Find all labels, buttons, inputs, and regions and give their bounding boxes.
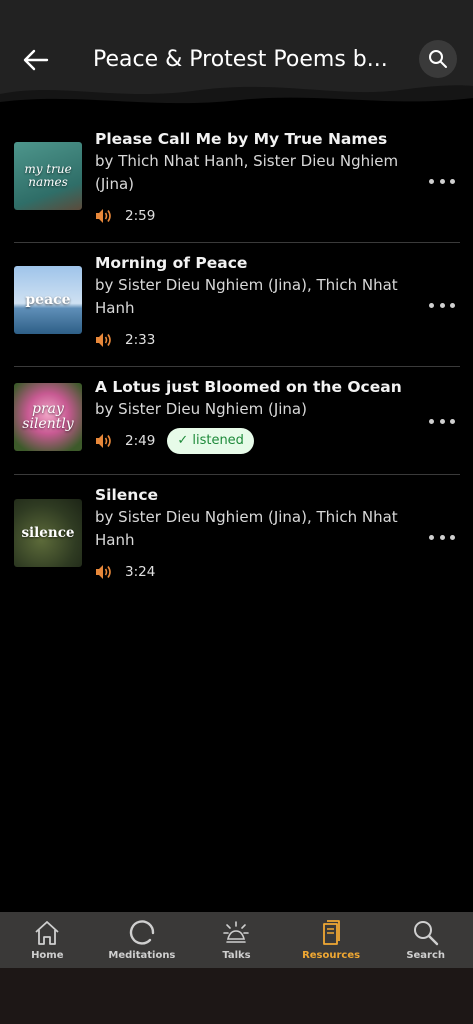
duration: 2:59 [125, 208, 156, 224]
speaker-icon [96, 333, 111, 347]
dot [429, 418, 434, 424]
more-options-button[interactable] [429, 411, 455, 431]
header: Peace & Protest Poems b... [0, 0, 473, 120]
listened-badge: ✓ listened [167, 428, 254, 454]
nav-label: Meditations [108, 950, 176, 961]
item-author: by Sister Dieu Nghiem (Jina), Thich Nhat… [95, 276, 398, 317]
thumbnail-text: silence [21, 524, 75, 541]
nav-label: Talks [222, 950, 251, 961]
poem-list: my true names Please Call Me by My True … [0, 120, 473, 593]
speaker-icon [96, 565, 111, 579]
nav-search[interactable]: Search [378, 912, 473, 968]
list-item[interactable]: peace Morning of Peace by Sister Dieu Ng… [14, 243, 460, 367]
arrow-left-icon [23, 49, 49, 71]
dot [429, 302, 434, 308]
dot [450, 178, 455, 184]
item-author: by Sister Dieu Nghiem (Jina) [95, 400, 307, 418]
list-item[interactable]: pray silently A Lotus just Bloomed on th… [14, 367, 460, 475]
item-author: by Thich Nhat Hanh, Sister Dieu Nghiem (… [95, 152, 399, 193]
speaker-icon [96, 209, 111, 223]
list-item[interactable]: my true names Please Call Me by My True … [14, 120, 460, 243]
thumbnail-image: peace [14, 266, 82, 334]
dot [450, 418, 455, 424]
more-options-button[interactable] [429, 295, 455, 315]
search-icon [429, 50, 447, 68]
thumbnail-text: my true names [24, 162, 72, 189]
dot [439, 534, 445, 540]
nav-label: Search [406, 950, 446, 961]
system-bottom-bar [0, 968, 473, 1024]
thumbnail-text: peace [25, 291, 71, 308]
duration: 3:24 [125, 564, 156, 580]
thumbnail-image: pray silently [14, 383, 82, 451]
item-title: Silence [95, 486, 159, 504]
home-icon [35, 921, 59, 945]
dot [450, 534, 455, 540]
list-item[interactable]: silence Silence by Sister Dieu Nghiem (J… [14, 475, 460, 593]
dot [450, 302, 455, 308]
duration: 2:49 [125, 433, 156, 449]
dot [439, 302, 445, 308]
meditation-circle-icon [129, 920, 155, 945]
back-button[interactable] [18, 42, 54, 78]
nav-label: Resources [302, 950, 361, 961]
item-title: Please Call Me by My True Names [95, 130, 388, 148]
item-title: A Lotus just Bloomed on the Ocean [95, 378, 402, 396]
search-icon [413, 921, 438, 946]
duration: 2:33 [125, 332, 156, 348]
search-button[interactable] [419, 40, 457, 78]
dot [429, 534, 434, 540]
nav-label: Home [31, 950, 64, 961]
item-author: by Sister Dieu Nghiem (Jina), Thich Nhat… [95, 508, 398, 549]
thumbnail-image: silence [14, 499, 82, 567]
page-title: Peace & Protest Poems b... [93, 47, 388, 72]
speaker-icon [96, 434, 111, 448]
bottom-nav: Home Meditations Talks Resources Search [0, 912, 473, 968]
more-options-button[interactable] [429, 171, 455, 191]
dot [439, 418, 445, 424]
nav-meditations[interactable]: Meditations [95, 912, 190, 968]
talks-icon [223, 921, 250, 943]
nav-home[interactable]: Home [0, 912, 95, 968]
item-title: Morning of Peace [95, 254, 248, 272]
nav-resources[interactable]: Resources [284, 912, 379, 968]
nav-talks[interactable]: Talks [189, 912, 284, 968]
header-wave-decoration [0, 85, 473, 120]
more-options-button[interactable] [429, 527, 455, 547]
dot [429, 178, 434, 184]
resources-book-icon [323, 920, 340, 945]
thumbnail-image: my true names [14, 142, 82, 210]
thumbnail-text: pray silently [22, 401, 74, 432]
dot [439, 178, 445, 184]
